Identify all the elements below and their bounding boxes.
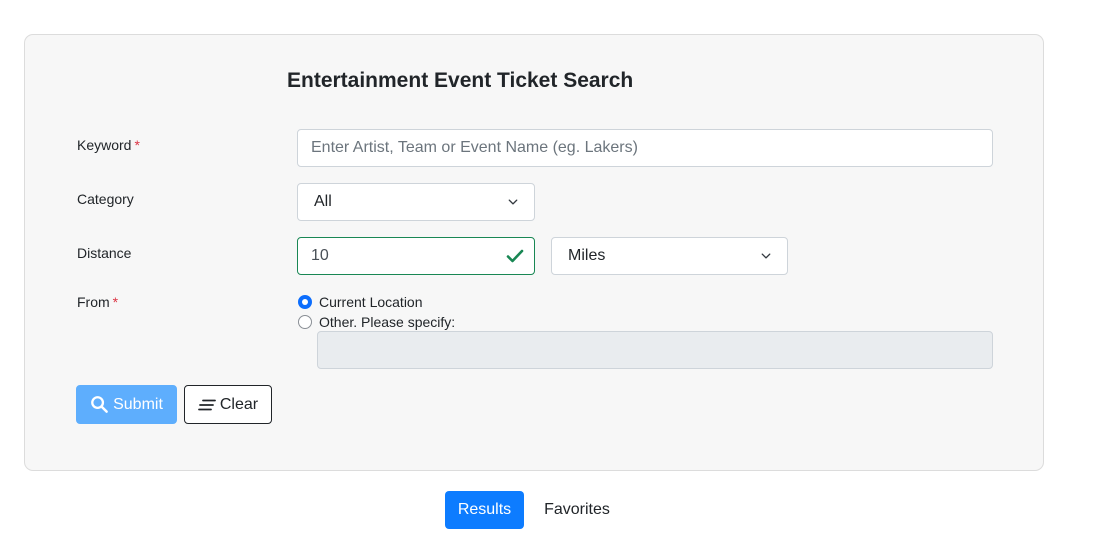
required-mark: * xyxy=(112,294,119,310)
category-label: Category xyxy=(77,191,134,207)
distance-unit-select[interactable]: Miles xyxy=(551,237,788,275)
clear-button[interactable]: Clear xyxy=(184,385,272,424)
clear-lines-icon xyxy=(197,399,216,410)
form-title: Entertainment Event Ticket Search xyxy=(287,69,634,92)
radio-button-unchecked[interactable] xyxy=(298,315,312,329)
keyword-label: Keyword * xyxy=(77,137,140,153)
submit-button[interactable]: Submit xyxy=(76,385,177,424)
category-selected-value: All xyxy=(314,193,332,210)
radio-button-checked[interactable] xyxy=(298,295,312,309)
from-label-text: From xyxy=(77,294,110,310)
distance-unit-value: Miles xyxy=(568,247,606,264)
distance-input[interactable]: 10 xyxy=(297,237,535,275)
radio-current-location[interactable]: Current Location xyxy=(298,294,423,310)
required-mark: * xyxy=(134,137,140,153)
category-select[interactable]: All xyxy=(297,183,535,221)
radio-other-location-label: Other. Please specify: xyxy=(319,314,456,330)
other-location-input xyxy=(317,331,993,369)
radio-current-location-label: Current Location xyxy=(319,294,423,310)
keyword-input[interactable]: Enter Artist, Team or Event Name (eg. La… xyxy=(297,129,993,167)
tab-results[interactable]: Results xyxy=(445,491,524,529)
distance-value: 10 xyxy=(311,247,329,264)
tab-favorites[interactable]: Favorites xyxy=(532,491,622,529)
chevron-down-icon xyxy=(508,199,518,205)
keyword-placeholder: Enter Artist, Team or Event Name (eg. La… xyxy=(311,139,638,156)
chevron-down-icon xyxy=(761,253,771,259)
check-icon xyxy=(506,249,524,263)
keyword-label-text: Keyword xyxy=(77,137,132,153)
distance-label: Distance xyxy=(77,245,132,261)
search-icon xyxy=(91,396,108,413)
submit-button-label: Submit xyxy=(113,395,163,413)
radio-other-location[interactable]: Other. Please specify: xyxy=(298,314,455,330)
clear-button-label: Clear xyxy=(219,395,259,413)
search-form-panel: Entertainment Event Ticket Search Keywor… xyxy=(24,34,1044,471)
from-label: From * xyxy=(77,294,118,310)
